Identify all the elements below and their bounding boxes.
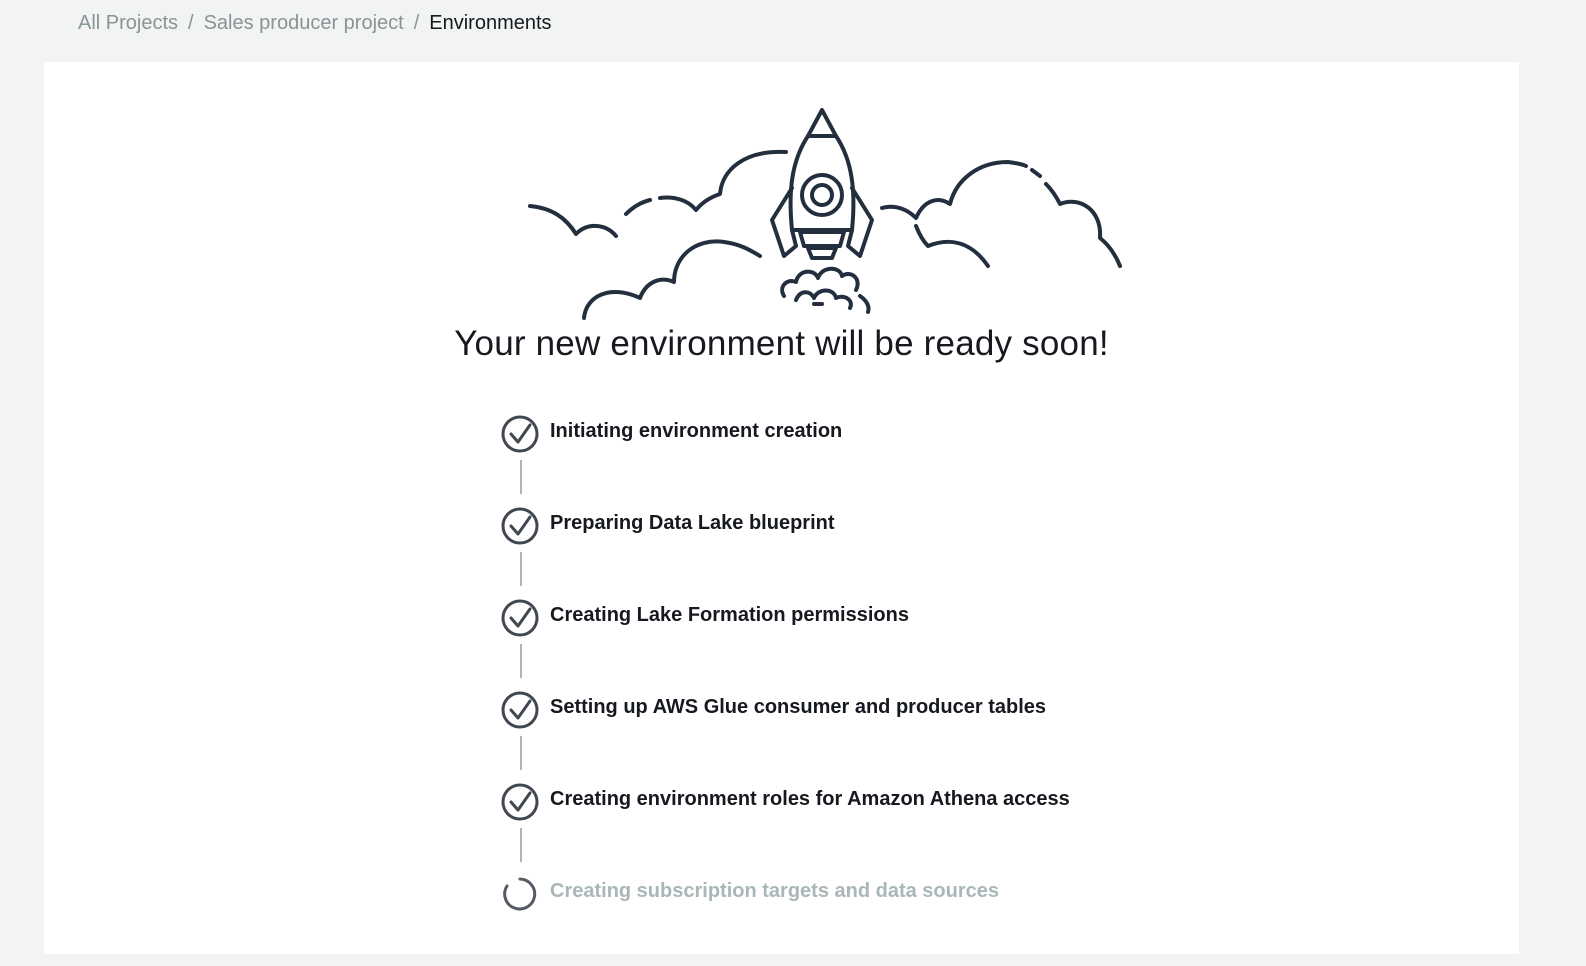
spinner-icon xyxy=(503,877,537,911)
step-label: Creating subscription targets and data s… xyxy=(550,880,999,902)
breadcrumb: All Projects / Sales producer project / … xyxy=(78,12,552,35)
environment-creation-panel: Your new environment will be ready soon!… xyxy=(44,62,1519,954)
check-circle-icon xyxy=(501,691,539,729)
check-circle-icon xyxy=(501,599,539,637)
check-circle-icon xyxy=(501,415,539,453)
step-label: Creating environment roles for Amazon At… xyxy=(550,788,1070,810)
breadcrumb-link-project[interactable]: Sales producer project xyxy=(204,12,404,35)
step-label: Preparing Data Lake blueprint xyxy=(550,512,835,534)
step-label: Initiating environment creation xyxy=(550,420,843,442)
breadcrumb-current: Environments xyxy=(429,12,552,34)
step-connector xyxy=(520,644,522,678)
breadcrumb-separator: / xyxy=(188,12,194,34)
breadcrumb-separator: / xyxy=(413,12,420,34)
step-label: Setting up AWS Glue consumer and produce… xyxy=(550,696,1046,718)
page-headline: Your new environment will be ready soon! xyxy=(454,324,1109,363)
rocket-launch-illustration xyxy=(528,108,1122,320)
step-connector xyxy=(520,736,522,770)
step-label: Creating Lake Formation permissions xyxy=(550,604,909,626)
check-circle-icon xyxy=(501,783,539,821)
step-connector xyxy=(520,460,522,494)
step-connector xyxy=(520,552,522,586)
breadcrumb-link-all-projects[interactable]: All Projects xyxy=(78,12,178,35)
step-connector xyxy=(520,828,522,862)
check-circle-icon xyxy=(501,507,539,545)
